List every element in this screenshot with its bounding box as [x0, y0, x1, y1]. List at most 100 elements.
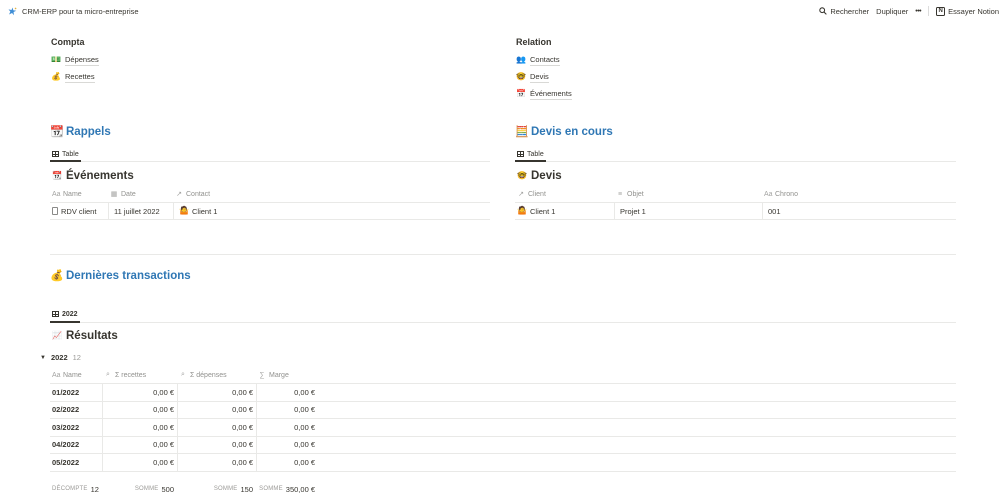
link-contacts[interactable]: 👥 Contacts — [516, 54, 572, 66]
link-devis[interactable]: 🤓 Devis — [516, 71, 572, 83]
tab-table[interactable]: Table — [50, 148, 81, 162]
cell-marge[interactable]: 0,00 € — [256, 454, 318, 471]
duplicate-button[interactable]: Dupliquer — [876, 7, 908, 16]
cell-recettes[interactable]: 0,00 € — [102, 419, 177, 436]
cell-depenses[interactable]: 0,00 € — [177, 436, 256, 453]
formula-sigma-icon: ∑ — [259, 371, 265, 379]
search-button[interactable]: Rechercher — [819, 7, 869, 16]
cell-name[interactable]: 02/2022 — [50, 402, 102, 419]
money-bills-icon: 💵 — [51, 55, 61, 64]
calendar-property-icon: ▦ — [110, 191, 118, 198]
table-icon — [52, 151, 59, 157]
cell-marge[interactable]: 0,00 € — [256, 436, 318, 453]
cell-marge[interactable]: 0,00 € — [256, 384, 318, 401]
cell-recettes[interactable]: 0,00 € — [102, 384, 177, 401]
group-2022[interactable]: ▼ 2022 12 — [40, 353, 81, 362]
table-row[interactable]: 02/2022 0,00 € 0,00 € 0,00 € — [50, 401, 956, 419]
table-row[interactable]: 05/2022 0,00 € 0,00 € 0,00 € — [50, 454, 956, 472]
money-bag-icon: 💰 — [50, 269, 64, 282]
devis-table: ↗ Client ≡ Objet Aa Chrono 🤷 Client 1 Pr… — [515, 186, 956, 220]
table-row[interactable]: RDV client 11 juillet 2022 🤷 Client 1 — [50, 203, 490, 220]
cell-date[interactable]: 11 juillet 2022 — [108, 203, 173, 219]
money-bag-icon: 💰 — [51, 72, 61, 81]
table-row[interactable]: 04/2022 0,00 € 0,00 € 0,00 € — [50, 436, 956, 454]
table-icon — [52, 311, 59, 317]
cell-client[interactable]: 🤷 Client 1 — [515, 203, 614, 219]
col-marge[interactable]: ∑ Marge — [256, 372, 318, 379]
link-recettes[interactable]: 💰 Recettes — [51, 71, 99, 83]
calendar-icon: 📆 — [50, 125, 64, 138]
devis-db-title[interactable]: 🤓 Devis — [517, 170, 562, 182]
table-footer-calculations: DÉCOMPTE 12 SOMME 500 SOMME 150 SOMME 35… — [50, 482, 956, 496]
tab-2022[interactable]: 2022 — [50, 307, 80, 323]
rollup-search-icon: ⌕ — [181, 371, 185, 378]
col-objet[interactable]: ≡ Objet — [614, 191, 762, 198]
text-property-icon: Aa — [764, 190, 773, 198]
evenements-db-title[interactable]: 📆 Événements — [52, 170, 134, 182]
cell-objet[interactable]: Projet 1 — [614, 203, 762, 219]
cell-depenses[interactable]: 0,00 € — [177, 384, 256, 401]
link-label: Événements — [530, 89, 572, 100]
footer-sum-depenses[interactable]: SOMME 150 — [177, 485, 256, 494]
cell-text: RDV client — [61, 206, 97, 216]
cell-recettes[interactable]: 0,00 € — [102, 436, 177, 453]
devis-view-tabs: Table — [515, 148, 956, 162]
cell-depenses[interactable]: 0,00 € — [177, 454, 256, 471]
footer-sum-recettes[interactable]: SOMME 500 — [102, 485, 177, 494]
person-shrugging-icon: 🤷 — [517, 206, 527, 215]
link-depenses[interactable]: 💵 Dépenses — [51, 54, 99, 66]
cell-contact[interactable]: 🤷 Client 1 — [173, 203, 273, 219]
evenements-title: Événements — [66, 170, 134, 182]
footer-sum-marge[interactable]: SOMME 350,00 € — [256, 485, 318, 494]
table-row[interactable]: 01/2022 0,00 € 0,00 € 0,00 € — [50, 384, 956, 402]
col-contact[interactable]: ↗ Contact — [173, 190, 273, 199]
cell-recettes[interactable]: 0,00 € — [102, 454, 177, 471]
col-depenses[interactable]: ⌕ Σ dépenses — [177, 371, 256, 379]
footer-count[interactable]: DÉCOMPTE 12 — [50, 485, 102, 494]
text-property-icon: Aa — [52, 371, 61, 379]
cell-marge[interactable]: 0,00 € — [256, 401, 318, 418]
cell-name[interactable]: 04/2022 — [50, 437, 102, 454]
calc-label: DÉCOMPTE — [52, 486, 88, 492]
calendar-icon: 📆 — [52, 171, 62, 180]
calc-value: 150 — [240, 484, 253, 494]
col-name[interactable]: Aa Name — [50, 191, 108, 198]
tab-table[interactable]: Table — [515, 148, 546, 162]
transactions-title: Dernières transactions — [66, 270, 191, 282]
table-row[interactable]: 🤷 Client 1 Projet 1 001 — [515, 203, 956, 220]
transactions-heading: 💰 Dernières transactions — [50, 270, 191, 282]
cell-name[interactable]: 03/2022 — [50, 419, 102, 436]
col-recettes[interactable]: ⌕ Σ recettes — [102, 371, 177, 379]
col-client[interactable]: ↗ Client — [515, 190, 614, 199]
more-options-button[interactable]: ••• — [915, 8, 921, 15]
cell-name[interactable]: 01/2022 — [50, 384, 102, 401]
calc-value: 500 — [161, 484, 174, 494]
try-notion-button[interactable]: N Essayer Notion — [936, 6, 999, 16]
cell-chrono[interactable]: 001 — [762, 203, 912, 219]
cell-depenses[interactable]: 0,00 € — [177, 419, 256, 436]
cell-name[interactable]: 05/2022 — [50, 454, 102, 471]
cell-marge[interactable]: 0,00 € — [256, 419, 318, 436]
collapse-triangle-icon[interactable]: ▼ — [40, 355, 46, 361]
table-row[interactable]: 03/2022 0,00 € 0,00 € 0,00 € — [50, 419, 956, 437]
col-chrono[interactable]: Aa Chrono — [762, 191, 912, 198]
tab-label: Table — [62, 150, 79, 158]
link-evenements[interactable]: 📅 Événements — [516, 88, 572, 100]
col-label: Objet — [627, 190, 644, 198]
col-name[interactable]: Aa Name — [50, 372, 102, 379]
cell-recettes[interactable]: 0,00 € — [102, 401, 177, 418]
nerd-face-icon: 🤓 — [517, 171, 527, 180]
transactions-view-tabs: 2022 — [50, 307, 956, 323]
link-label: Dépenses — [65, 55, 99, 66]
col-date[interactable]: ▦ Date — [108, 190, 173, 199]
cell-depenses[interactable]: 0,00 € — [177, 401, 256, 418]
relation-title: Relation — [516, 37, 552, 47]
calc-value: 350,00 € — [285, 484, 315, 494]
devis-title: Devis — [531, 170, 562, 182]
cell-text: 11 juillet 2022 — [114, 206, 160, 216]
page-breadcrumb[interactable]: CRM-ERP pour ta micro-entreprise — [8, 7, 139, 16]
cell-name[interactable]: RDV client — [50, 203, 108, 219]
rappels-view-tabs: Table — [50, 148, 490, 162]
calendar-icon: 📅 — [516, 89, 526, 98]
resultats-db-title[interactable]: 📈 Résultats — [52, 330, 118, 342]
